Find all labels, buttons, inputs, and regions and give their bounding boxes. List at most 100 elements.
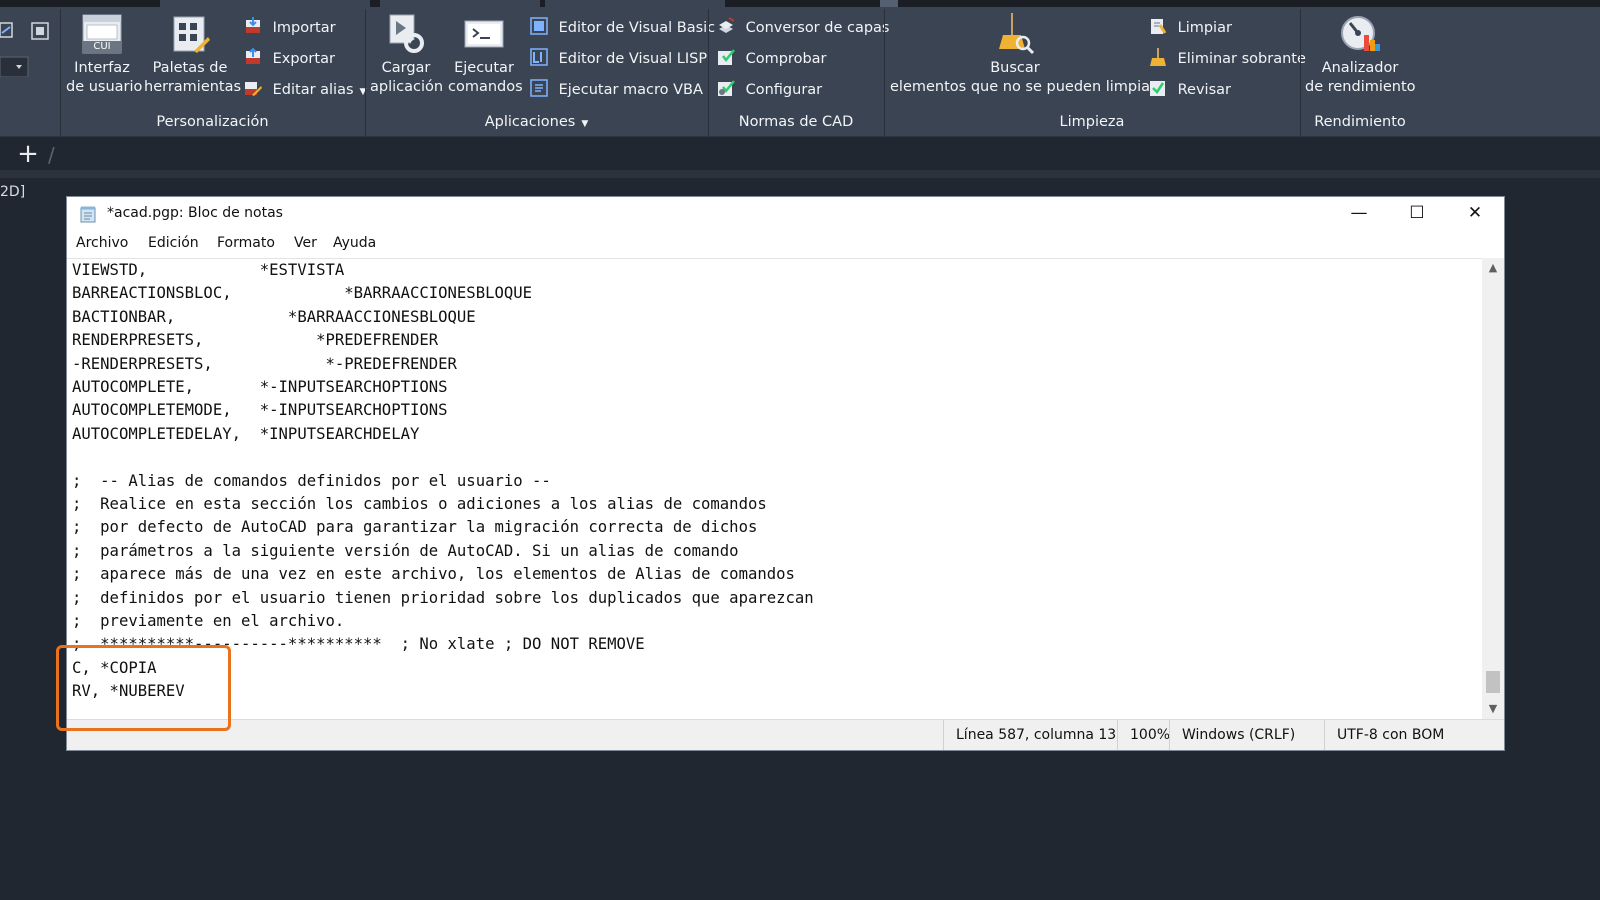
ejecutar-comandos-button[interactable]: Ejecutar comandos bbox=[448, 13, 523, 97]
tab-strip-shadow bbox=[0, 170, 1600, 178]
scroll-down-icon[interactable]: ▼ bbox=[1482, 699, 1504, 719]
aplicaciones-label: Aplicaciones bbox=[484, 114, 576, 130]
visual-lisp-icon bbox=[530, 48, 548, 66]
notepad-window: *acad.pgp: Bloc de notas — ☐ ✕ Archivo E… bbox=[67, 197, 1504, 750]
purge-icon bbox=[1149, 17, 1167, 35]
editor-visual-basic-button[interactable]: Editor de Visual Basic bbox=[530, 17, 715, 39]
maximize-button[interactable]: ☐ bbox=[1388, 197, 1446, 230]
importar-button[interactable]: Importar bbox=[244, 17, 336, 39]
text-line: RENDERPRESETS, *PREDEFRENDER bbox=[72, 331, 439, 350]
text-line: BACTIONBAR, *BARRAACCIONESBLOQUE bbox=[72, 307, 476, 326]
text-line: BARREACTIONSBLOC, *BARRAACCIONESBLOQUE bbox=[72, 284, 533, 303]
cui-badge: CUI bbox=[93, 41, 111, 52]
editar-alias-button[interactable]: Editar alias ▼ bbox=[244, 79, 366, 101]
dropdown-caret-icon: ▼ bbox=[581, 119, 589, 129]
paletas-label-line1: Paletas de bbox=[152, 60, 228, 76]
ribbon-tab[interactable] bbox=[380, 0, 540, 7]
text-line: AUTOCOMPLETEMODE, *-INPUTSEARCHOPTIONS bbox=[72, 401, 448, 420]
ribbon-active-tab[interactable] bbox=[160, 0, 370, 7]
eliminar-sobrante-button[interactable]: Eliminar sobrante bbox=[1149, 48, 1306, 70]
comprobar-button[interactable]: Comprobar bbox=[717, 48, 827, 70]
document-tab-bar: + / bbox=[0, 136, 1600, 171]
interfaz-usuario-button[interactable]: CUI Interfaz de usuario bbox=[66, 13, 142, 97]
viewport-label[interactable]: 2D] bbox=[0, 184, 25, 200]
analizador-label-line2: de rendimiento bbox=[1305, 79, 1416, 95]
ribbon-left-partial-icons bbox=[0, 17, 56, 78]
new-tab-button[interactable]: + bbox=[14, 140, 42, 168]
menu-edicion[interactable]: Edición bbox=[148, 235, 199, 251]
status-bar: Línea 587, columna 13 100% Windows (CRLF… bbox=[67, 719, 1504, 750]
editar-alias-label: Editar alias bbox=[272, 82, 354, 98]
layer-translator-icon bbox=[717, 17, 735, 35]
limpiar-button[interactable]: Limpiar bbox=[1149, 17, 1232, 39]
analizador-rendimiento-button[interactable]: Analizador de rendimiento bbox=[1305, 13, 1416, 97]
configurar-button[interactable]: Configurar bbox=[717, 79, 822, 101]
ribbon-tab[interactable] bbox=[880, 0, 898, 7]
text-line: ; definidos por el usuario tienen priori… bbox=[72, 588, 814, 607]
menu-ayuda[interactable]: Ayuda bbox=[333, 235, 376, 251]
revisar-label: Revisar bbox=[1177, 82, 1231, 98]
text-line: ; por defecto de AutoCAD para garantizar… bbox=[72, 518, 758, 537]
ejecutar-label-line2: comandos bbox=[448, 79, 523, 95]
menu-formato[interactable]: Formato bbox=[217, 235, 275, 251]
ribbon-tab[interactable] bbox=[545, 0, 725, 7]
ejecutar-vba-label: Ejecutar macro VBA bbox=[558, 82, 703, 98]
vba-macro-icon bbox=[530, 79, 548, 97]
status-cursor-position: Línea 587, columna 13 bbox=[943, 720, 1118, 750]
status-encoding: UTF-8 con BOM bbox=[1324, 720, 1487, 750]
panel-label-personalizacion: Personalización bbox=[156, 114, 269, 130]
ribbon: CUI Interfaz de usuario Paletas de herra… bbox=[0, 7, 1600, 137]
conversor-label: Conversor de capas bbox=[745, 20, 890, 36]
paletas-herramientas-button[interactable]: Paletas de herramientas bbox=[144, 13, 241, 97]
editor-vb-label: Editor de Visual Basic bbox=[558, 20, 716, 36]
text-line: AUTOCOMPLETE, *-INPUTSEARCHOPTIONS bbox=[72, 378, 448, 396]
scroll-thumb[interactable] bbox=[1486, 671, 1500, 693]
audit-icon bbox=[1149, 79, 1167, 97]
buscar-elementos-button[interactable]: Buscar elementos que no se pueden limpia… bbox=[890, 13, 1157, 97]
edit-alias-icon bbox=[244, 79, 262, 97]
revisar-button[interactable]: Revisar bbox=[1149, 79, 1231, 101]
command-line-icon bbox=[464, 13, 504, 55]
buscar-label-line1: Buscar bbox=[990, 60, 1040, 76]
panel-label-aplicaciones[interactable]: Aplicaciones ▼ bbox=[365, 112, 708, 132]
panel-label-normas: Normas de CAD bbox=[738, 114, 854, 130]
buscar-label-line2: elementos que no se pueden limpiar bbox=[890, 79, 1157, 95]
toolbar-icon[interactable] bbox=[0, 17, 56, 78]
performance-analyzer-icon bbox=[1340, 13, 1380, 55]
exportar-button[interactable]: Exportar bbox=[244, 47, 335, 70]
configure-standards-icon bbox=[717, 79, 735, 97]
text-line: -RENDERPRESETS, *-PREDEFRENDER bbox=[72, 354, 457, 373]
eliminar-sobrante-label: Eliminar sobrante bbox=[1177, 51, 1306, 67]
export-icon bbox=[244, 47, 262, 66]
text-line: ; parámetros a la siguiente versión de A… bbox=[72, 541, 739, 560]
text-line: ; Realice en esta sección los cambios o … bbox=[72, 495, 767, 513]
notepad-title-bar[interactable]: *acad.pgp: Bloc de notas — ☐ ✕ bbox=[67, 197, 1504, 230]
close-button[interactable]: ✕ bbox=[1446, 197, 1504, 230]
find-non-purgeable-icon bbox=[995, 13, 1035, 55]
text-line: ; -- Alias de comandos definidos por el … bbox=[72, 471, 551, 490]
text-line: ; previamente en el archivo. bbox=[72, 612, 345, 630]
text-line: VIEWSTD, *ESTVISTA bbox=[72, 261, 345, 279]
panel-label-limpieza: Limpieza bbox=[1059, 114, 1125, 130]
panel-label-rendimiento: Rendimiento bbox=[1314, 114, 1406, 130]
minimize-button[interactable]: — bbox=[1330, 197, 1388, 230]
text-line: ; aparece más de una vez en este archivo… bbox=[72, 565, 795, 584]
text-line: AUTOCOMPLETEDELAY, *INPUTSEARCHDELAY bbox=[72, 424, 420, 443]
editor-visual-lisp-button[interactable]: Editor de Visual LISP bbox=[530, 48, 707, 70]
conversor-capas-button[interactable]: Conversor de capas bbox=[717, 17, 890, 39]
cargar-label-line1: Cargar bbox=[381, 60, 431, 76]
check-standards-icon bbox=[717, 48, 735, 66]
overkill-icon bbox=[1149, 48, 1167, 66]
ejecutar-macro-vba-button[interactable]: Ejecutar macro VBA bbox=[530, 79, 703, 101]
menu-archivo[interactable]: Archivo bbox=[76, 235, 128, 251]
scroll-up-icon[interactable]: ▲ bbox=[1482, 258, 1504, 278]
analizador-label-line1: Analizador bbox=[1321, 60, 1399, 76]
exportar-label: Exportar bbox=[272, 51, 335, 67]
status-line-ending: Windows (CRLF) bbox=[1169, 720, 1322, 750]
notepad-menu-bar: Archivo Edición Formato Ver Ayuda bbox=[67, 230, 1504, 258]
cargar-aplicacion-button[interactable]: Cargar aplicación bbox=[370, 13, 443, 97]
menu-ver[interactable]: Ver bbox=[294, 235, 317, 251]
text-editor-area[interactable]: VIEWSTD, *ESTVISTA BARREACTIONSBLOC, *BA… bbox=[67, 258, 1482, 720]
vertical-scrollbar[interactable]: ▲ ▼ bbox=[1482, 258, 1504, 719]
interfaz-label-line1: Interfaz bbox=[74, 60, 130, 76]
